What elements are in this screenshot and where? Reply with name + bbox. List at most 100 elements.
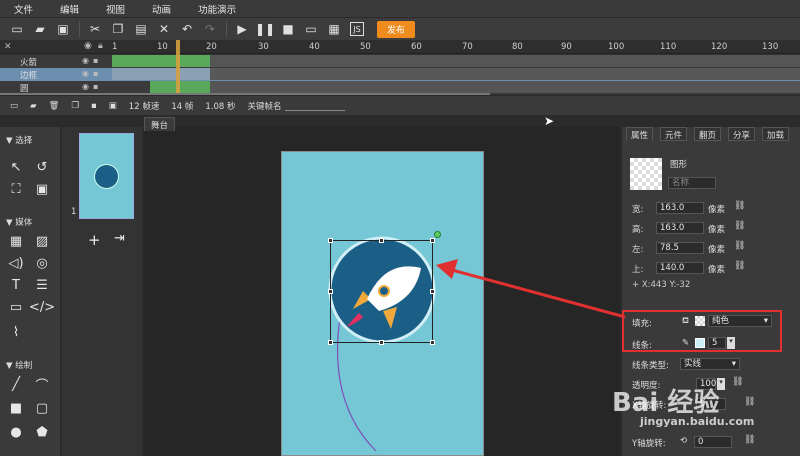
audio-icon[interactable]: ◁) (8, 255, 24, 271)
pause-icon[interactable]: ❚❚ (255, 22, 275, 36)
layer-visibility-icon[interactable]: ◉▪ (82, 56, 102, 65)
menu-view[interactable]: 视图 (106, 2, 125, 16)
layer-visibility-icon[interactable]: ◉▪ (82, 69, 102, 78)
chart-icon[interactable]: ⌇ (8, 324, 24, 340)
save-icon[interactable]: ▣ (56, 22, 70, 36)
link-icon[interactable]: ⛓ (734, 221, 745, 231)
folder-icon[interactable]: ▰ (30, 101, 37, 111)
stroke-type-select[interactable]: 实线 ▾ (680, 358, 740, 370)
cut-icon[interactable]: ✂ (88, 22, 102, 36)
lasso-icon[interactable]: ↺ (34, 159, 50, 175)
undo-icon[interactable]: ↶ (180, 22, 194, 36)
link-icon[interactable]: ⛓ (744, 397, 755, 407)
y-rotate-input[interactable]: 0 (694, 436, 732, 448)
layer-empty-frames[interactable] (210, 68, 800, 80)
timeline-ruler[interactable]: ✕ ◉ 🔒︎ 1 10 20 30 40 50 60 70 80 90 100 … (0, 40, 800, 54)
page-thumbnails: 1 + ⇥ (62, 127, 142, 456)
name-input[interactable]: 名称 (668, 177, 716, 189)
layer-name[interactable]: 火箭 (20, 56, 37, 68)
playhead[interactable] (176, 40, 180, 95)
menu-file[interactable]: 文件 (14, 2, 33, 16)
tab-page-turn[interactable]: 翻页 (694, 127, 722, 141)
link-icon[interactable]: ⛓ (734, 201, 745, 211)
rectangle-icon[interactable]: ■ (8, 400, 24, 416)
layer-row[interactable]: 火箭 ◉▪ (0, 55, 800, 68)
resize-handle[interactable] (328, 289, 333, 294)
grid-icon[interactable]: ▦ (8, 233, 24, 249)
menu-demo[interactable]: 功能演示 (198, 2, 236, 16)
curve-icon[interactable]: ⌒ (34, 376, 50, 394)
eye-icon[interactable]: ◉ (84, 41, 92, 51)
transform-icon[interactable]: ⛶ (8, 181, 24, 197)
selection-box[interactable] (330, 240, 433, 343)
publish-button[interactable]: 发布 (377, 20, 416, 38)
circle-icon[interactable]: ● (8, 424, 24, 440)
layer-name[interactable]: 边框 (20, 69, 37, 81)
tab-properties[interactable]: 属性 (626, 127, 654, 141)
resize-handle[interactable] (430, 238, 435, 243)
js-icon[interactable]: JS (350, 22, 364, 36)
page-thumbnail[interactable] (79, 133, 134, 219)
paste-icon[interactable]: ▤ (134, 22, 148, 36)
stage-tab[interactable]: 舞台 (144, 117, 176, 131)
delete-icon[interactable]: ✕ (157, 22, 171, 36)
link-icon[interactable]: ⛓ (732, 377, 743, 387)
stop-icon[interactable]: ■ (281, 22, 295, 36)
image-icon[interactable]: ▨ (34, 233, 50, 249)
trash-icon[interactable]: 🗑︎ (49, 101, 60, 111)
arrow-select-icon[interactable]: ↖ (8, 159, 24, 175)
left-input[interactable]: 78.5 (656, 242, 704, 254)
redo-icon[interactable]: ↷ (203, 22, 217, 36)
play-icon[interactable]: ▶ (235, 22, 249, 36)
menu-animation[interactable]: 动画 (152, 2, 171, 16)
resize-handle[interactable] (430, 340, 435, 345)
layer-empty-frames[interactable] (210, 81, 800, 93)
link-icon[interactable]: ⛓ (744, 435, 755, 445)
width-input[interactable]: 163.0 (656, 202, 704, 214)
resize-handle[interactable] (379, 340, 384, 345)
link-icon[interactable]: ⛓ (734, 261, 745, 271)
rounded-rect-icon[interactable]: ▢ (34, 400, 50, 416)
tab-share[interactable]: 分享 (728, 127, 756, 141)
comment-icon[interactable]: ▭ (8, 299, 24, 315)
resize-handle[interactable] (328, 238, 333, 243)
tab-load[interactable]: 加载 (762, 127, 790, 141)
link-icon[interactable]: ⛓ (734, 241, 745, 251)
paragraph-icon[interactable]: ☰ (34, 277, 50, 293)
resize-handle[interactable] (379, 238, 384, 243)
copy-layer-icon[interactable]: ❐ (71, 101, 79, 111)
add-layer-icon[interactable]: ▭ (10, 101, 18, 111)
keyframe-name-input[interactable] (285, 110, 345, 111)
main-toolbar: ▭ ▰ ▣ ✂ ❐ ▤ ✕ ↶ ↷ ▶ ❚❚ ■ ▭ ▦ JS 发布 (0, 17, 800, 40)
top-input[interactable]: 140.0 (656, 262, 704, 274)
menu-edit[interactable]: 编辑 (60, 2, 79, 16)
lock-icon[interactable]: 🔒︎ (98, 41, 103, 51)
line-icon[interactable]: ╱ (8, 376, 24, 392)
qrcode-icon[interactable]: ▦ (327, 22, 341, 36)
layer-frames[interactable] (112, 55, 210, 67)
add-page-icon[interactable]: + (88, 231, 101, 249)
text-icon[interactable]: T (8, 277, 24, 293)
video-icon[interactable]: ◎ (34, 255, 50, 271)
timeline-close-icon[interactable]: ✕ (4, 42, 12, 52)
code-icon[interactable]: </> (29, 299, 55, 315)
preview-icon[interactable]: ▭ (304, 22, 318, 36)
height-input[interactable]: 163.0 (656, 222, 704, 234)
rotate-handle[interactable] (434, 231, 441, 238)
layer-empty-frames[interactable] (210, 55, 800, 67)
section-media: ▼ 媒体 (6, 218, 33, 228)
open-folder-icon[interactable]: ▰ (33, 22, 47, 36)
layer-frames[interactable] (150, 81, 210, 93)
tab-components[interactable]: 元件 (660, 127, 688, 141)
keyframe-icon[interactable]: ▣ (109, 101, 117, 111)
new-file-icon[interactable]: ▭ (10, 22, 24, 36)
resize-handle[interactable] (328, 340, 333, 345)
copy-icon[interactable]: ❐ (111, 22, 125, 36)
pentagon-icon[interactable]: ⬟ (34, 424, 50, 440)
import-page-icon[interactable]: ⇥ (114, 231, 125, 246)
layer-visibility-icon[interactable]: ◉▪ (82, 82, 102, 91)
frame-icon[interactable]: ▪ (91, 101, 97, 111)
layer-row-selected[interactable]: 边框 ◉▪ (0, 68, 800, 81)
layer-frames[interactable] (112, 68, 210, 80)
free-transform-icon[interactable]: ▣ (34, 181, 50, 197)
